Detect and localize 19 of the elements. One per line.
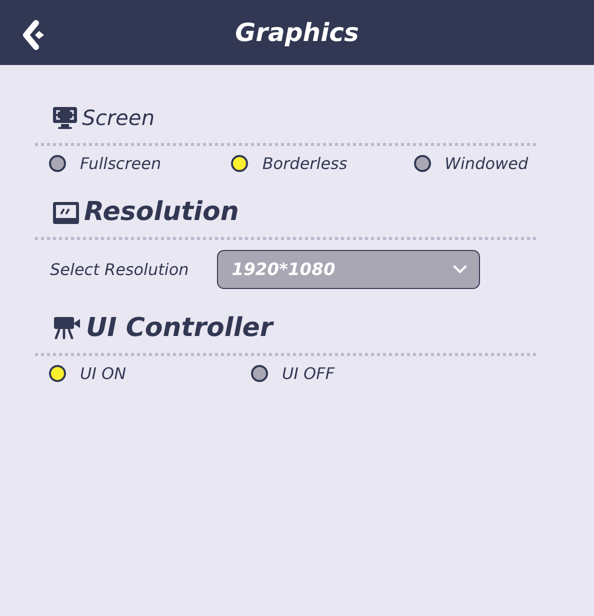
radio-option[interactable]: UI ON — [47, 364, 249, 383]
radio-option[interactable]: Windowed — [412, 154, 594, 173]
page-title: Graphics — [235, 18, 359, 47]
section-title: UI Controller — [86, 313, 273, 343]
monitor-icon — [52, 105, 78, 131]
radio-button[interactable] — [231, 155, 248, 172]
video-camera-icon — [52, 315, 82, 341]
radio-option[interactable]: Borderless — [229, 154, 412, 173]
radio-button[interactable] — [49, 155, 66, 172]
radio-option[interactable]: UI OFF — [249, 364, 451, 383]
radio-button[interactable] — [49, 365, 66, 382]
radio-option[interactable]: Fullscreen — [47, 154, 230, 173]
display-icon — [52, 199, 80, 225]
section-title: Screen — [82, 106, 155, 130]
chevron-down-icon — [452, 265, 467, 274]
field-label: Select Resolution — [50, 260, 189, 279]
radio-button[interactable] — [251, 365, 268, 382]
radio-button[interactable] — [414, 155, 431, 172]
section-title: Resolution — [84, 197, 239, 227]
